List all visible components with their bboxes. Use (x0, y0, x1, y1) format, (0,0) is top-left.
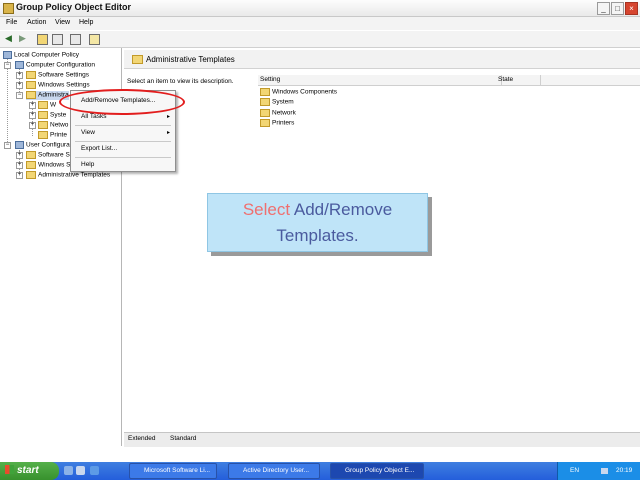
column-state[interactable]: State (498, 76, 513, 83)
menu-help[interactable]: Help (79, 19, 93, 26)
callout-text-line2: Templates. (276, 226, 359, 245)
back-arrow-icon[interactable]: ◀ (3, 33, 14, 44)
network-icon[interactable] (601, 468, 608, 474)
taskbar-button-active-directory[interactable]: Active Directory User... (228, 463, 320, 479)
folder-icon (260, 109, 270, 117)
tree-user-windows-settings[interactable]: Windows S (26, 161, 71, 170)
system-tray: EN 20:19 (557, 462, 640, 480)
folder-icon (38, 101, 48, 109)
folder-icon (26, 91, 36, 99)
callout-text: Add/Remove (290, 200, 393, 219)
show-hide-tree-icon[interactable] (52, 34, 63, 45)
callout-highlight-word: Select (242, 200, 291, 219)
tree-user-configuration[interactable]: User Configura (15, 141, 70, 150)
help-icon[interactable] (89, 34, 100, 45)
folder-icon (26, 171, 36, 179)
toolbar: ◀ ▶ (0, 31, 640, 48)
folder-icon (26, 71, 36, 79)
expand-icon[interactable]: + (29, 102, 36, 109)
tree-user-software-settings[interactable]: Software S (26, 151, 70, 160)
export-list-icon[interactable] (70, 34, 81, 45)
details-header: Administrative Templates (124, 50, 640, 69)
window-title: Group Policy Object Editor (16, 2, 132, 12)
expand-icon[interactable]: + (16, 162, 23, 169)
list-item[interactable]: Printers (260, 119, 294, 127)
start-button[interactable]: start (0, 462, 59, 480)
submenu-arrow-icon: ▸ (166, 114, 170, 120)
column-header: Setting State (258, 75, 640, 86)
expand-icon[interactable]: + (16, 172, 23, 179)
tree-windows-components[interactable]: W (38, 101, 56, 110)
tree-printers[interactable]: Printe (38, 131, 67, 140)
highlight-ellipse (59, 89, 185, 115)
title-bar: Group Policy Object Editor _ □ × (0, 0, 640, 17)
policy-icon (3, 51, 12, 59)
quicklaunch-icon[interactable] (76, 466, 85, 475)
collapse-icon[interactable]: − (16, 92, 23, 99)
tree-computer-configuration[interactable]: Computer Configuration (15, 61, 95, 70)
folder-icon (260, 119, 270, 127)
menu-separator (75, 141, 171, 142)
expand-icon[interactable]: + (29, 122, 36, 129)
up-folder-icon[interactable] (37, 34, 48, 45)
quicklaunch-icon[interactable] (90, 466, 99, 475)
menu-file[interactable]: File (6, 19, 17, 26)
menu-item-view[interactable]: View (81, 129, 95, 136)
expand-icon[interactable]: + (16, 152, 23, 159)
menu-action[interactable]: Action (27, 19, 46, 26)
submenu-arrow-icon: ▸ (166, 130, 170, 136)
folder-icon (26, 161, 36, 169)
expand-icon[interactable]: + (29, 112, 36, 119)
expand-icon[interactable]: + (16, 72, 23, 79)
tree-windows-settings[interactable]: Windows Settings (26, 81, 90, 90)
menu-bar: File Action View Help (0, 17, 640, 30)
tab-extended[interactable]: Extended (128, 435, 155, 442)
quicklaunch-icon[interactable] (64, 466, 73, 475)
list-item[interactable]: System (260, 98, 294, 106)
tree-local-computer-policy[interactable]: Local Computer Policy (3, 51, 79, 60)
menu-separator (75, 125, 171, 126)
folder-icon (38, 131, 48, 139)
folder-icon (26, 81, 36, 89)
tab-standard[interactable]: Standard (170, 435, 196, 442)
user-icon (15, 141, 24, 149)
language-indicator[interactable]: EN (570, 467, 579, 474)
close-button[interactable]: × (625, 2, 638, 15)
folder-icon (260, 88, 270, 96)
list-item[interactable]: Network (260, 109, 296, 117)
menu-separator (75, 157, 171, 158)
forward-arrow-icon[interactable]: ▶ (17, 33, 28, 44)
folder-icon (132, 55, 143, 64)
minimize-button[interactable]: _ (597, 2, 610, 15)
tree-network[interactable]: Netwo (38, 121, 68, 130)
details-title: Administrative Templates (146, 55, 235, 64)
column-divider[interactable] (540, 75, 541, 85)
list-item[interactable]: Windows Components (260, 88, 337, 96)
tutorial-callout: Select Add/Remove Templates. (207, 193, 428, 252)
description-text: Select an item to view its description. (127, 78, 234, 85)
computer-icon (15, 61, 24, 69)
folder-icon (38, 111, 48, 119)
maximize-button[interactable]: □ (611, 2, 624, 15)
menu-item-export-list[interactable]: Export List... (81, 145, 117, 152)
taskbar-button-group-policy[interactable]: Group Policy Object E... (330, 463, 424, 479)
tree-line (7, 58, 8, 148)
menu-view[interactable]: View (55, 19, 70, 26)
taskbar-button-microsoft-software[interactable]: Microsoft Software Li... (129, 463, 217, 479)
tree-software-settings[interactable]: Software Settings (26, 71, 89, 80)
expand-icon[interactable]: + (16, 82, 23, 89)
collapse-icon[interactable]: − (4, 62, 11, 69)
folder-icon (38, 121, 48, 129)
clock[interactable]: 20:19 (616, 467, 632, 474)
windows-logo-icon (5, 465, 14, 474)
collapse-icon[interactable]: − (4, 142, 11, 149)
menu-item-help[interactable]: Help (81, 161, 94, 168)
column-setting[interactable]: Setting (260, 76, 280, 83)
tree-system[interactable]: Syste (38, 111, 66, 120)
folder-icon (260, 98, 270, 106)
tree-user-administrative-templates[interactable]: Administrative Templates (26, 171, 110, 180)
view-tabs: Extended Standard (124, 432, 640, 447)
folder-icon (26, 151, 36, 159)
app-icon (3, 3, 14, 14)
